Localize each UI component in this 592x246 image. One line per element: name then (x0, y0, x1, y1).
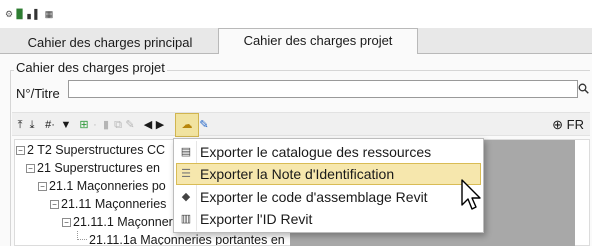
expand-all-icon[interactable]: ⤒ (14, 117, 26, 133)
copy-icon[interactable]: ⧉ (112, 117, 124, 133)
tree-row[interactable]: 21.11.1a Maçonneries portantes en (77, 231, 285, 245)
tag-icon: ◆ (181, 191, 191, 203)
settings-icon[interactable]: ⚙ (4, 9, 14, 19)
mouse-cursor-icon (461, 179, 481, 210)
collapse-icon[interactable]: − (16, 146, 25, 156)
delete-icon[interactable]: ▮ (100, 117, 112, 133)
filter-icon[interactable]: ▼ (60, 117, 72, 133)
menu-item-export-catalog[interactable]: ▤ Exporter le catalogue des ressources (176, 141, 481, 163)
menu-item-export-identification-note[interactable]: ☰ Exporter la Note d'Identification (176, 163, 481, 185)
grid-icon[interactable]: ▦ (43, 9, 55, 19)
search-label: N°/Titre (16, 86, 60, 101)
export-cloud-button[interactable]: ☁ (175, 113, 199, 137)
tree-row[interactable]: −21.11 Maçonneries (50, 195, 166, 213)
top-toolbar: ⚙ ▉ ▖▌ ▦ (0, 0, 592, 28)
search-icon[interactable] (578, 83, 590, 97)
barcode-icon: ▥ (180, 213, 192, 225)
add-icon[interactable]: ⊞ (78, 117, 90, 133)
arrow-right-icon[interactable]: ▶ (154, 117, 166, 133)
tab-main-specifications[interactable]: Cahier des charges principal (2, 32, 218, 54)
globe-icon: ⊕ (552, 117, 564, 132)
language-selector[interactable]: ⊕ FR (552, 117, 584, 133)
tree-toolbar: ⤒ ⤓ #· ▼ ⊞ · ▮ ⧉ ✎ ◀ ▶ ☁ ✎ ⊕ FR (12, 112, 590, 137)
tab-strip: Cahier des charges principal Cahier des … (0, 28, 592, 55)
search-input[interactable] (68, 80, 578, 98)
tree-row[interactable]: −21 Superstructures en (26, 159, 160, 177)
arrow-left-icon[interactable]: ◀ (142, 117, 154, 133)
language-label: FR (566, 117, 584, 132)
edit-icon[interactable]: ✎ (124, 117, 136, 133)
group-title: Cahier des charges projet (14, 60, 167, 75)
tree-connector (77, 231, 87, 240)
tree-row[interactable]: −2 T2 Superstructures CC (16, 141, 165, 159)
menu-item-export-revit-assembly-code[interactable]: ◆ Exporter le code d'assemblage Revit (176, 186, 481, 208)
export-menu: ▤ Exporter le catalogue des ressources ☰… (173, 138, 484, 233)
menu-item-export-revit-id[interactable]: ▥ Exporter l'ID Revit (176, 208, 481, 230)
collapse-icon[interactable]: − (38, 182, 47, 192)
document-icon[interactable]: ▉ (16, 9, 24, 19)
list-icon: ☰ (181, 168, 191, 180)
tree-row[interactable]: −21.1 Maçonneries po (38, 177, 166, 195)
collapse-all-icon[interactable]: ⤓ (26, 117, 38, 133)
collapse-icon[interactable]: − (62, 218, 71, 228)
pencil-icon[interactable]: ✎ (198, 117, 210, 133)
bar-chart-icon[interactable]: ▖▌ (27, 9, 40, 19)
collapse-icon[interactable]: − (26, 164, 35, 174)
tree-row[interactable]: −21.11.1 Maçonner (62, 213, 173, 231)
catalog-icon: ▤ (180, 146, 192, 158)
collapse-icon[interactable]: − (50, 200, 59, 210)
tab-project-specifications[interactable]: Cahier des charges projet (218, 28, 418, 55)
numbering-button[interactable]: #· (40, 117, 60, 133)
chevron-down-icon[interactable]: · (90, 117, 100, 133)
